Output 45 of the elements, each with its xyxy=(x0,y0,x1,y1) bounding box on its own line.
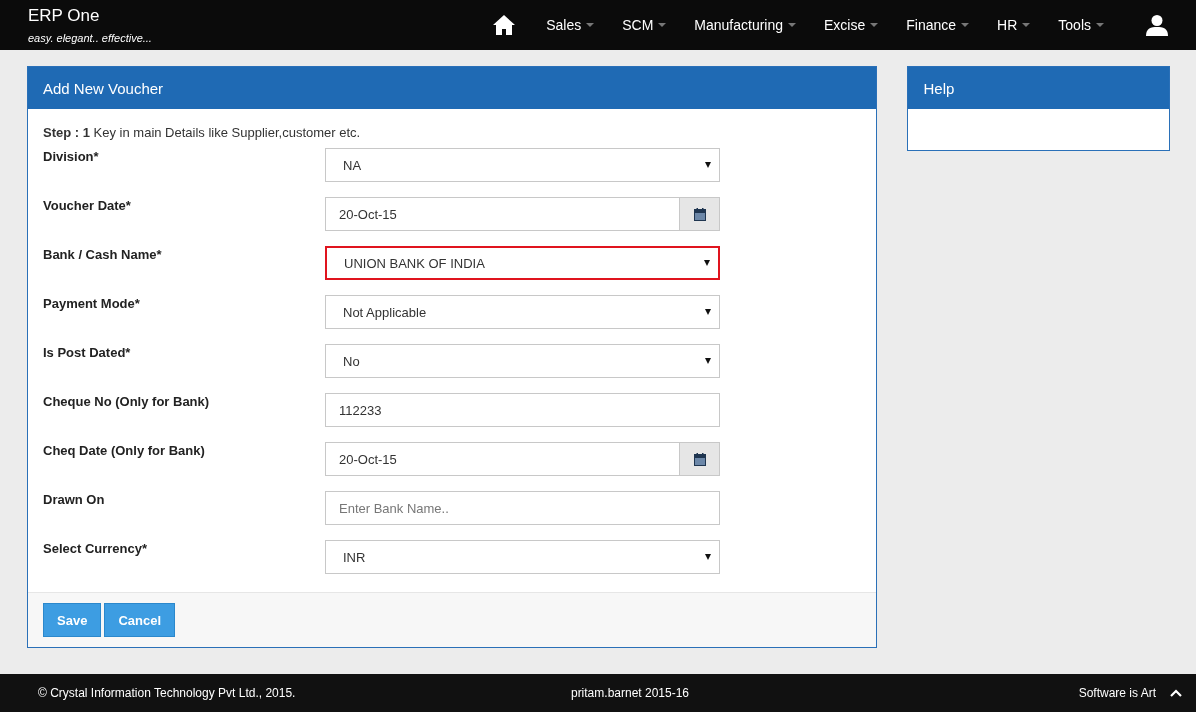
panel-title: Add New Voucher xyxy=(43,79,164,97)
field-label: Select Currency* xyxy=(43,540,149,556)
nav-menu-item[interactable]: HR xyxy=(983,17,1045,33)
text-field[interactable]: 112233 xyxy=(325,393,720,427)
copyright-text: © Crystal Information Technology Pvt Ltd., 2015. xyxy=(38,686,297,700)
tagline: easy. elegant.. effective... xyxy=(28,32,152,44)
field-label: Cheq Date (Only for Bank) xyxy=(43,442,206,458)
app-name[interactable]: ERP One xyxy=(28,6,152,26)
nav-menu-item[interactable]: Excise xyxy=(810,17,893,33)
nav-menu-item[interactable]: Sales xyxy=(532,17,609,33)
field-label: Division* xyxy=(43,148,100,164)
calendar-icon xyxy=(693,207,706,221)
date-field[interactable]: 20-Oct-15 xyxy=(325,197,680,231)
dropdown-arrow-icon xyxy=(705,554,711,560)
text-field[interactable]: Enter Bank Name.. xyxy=(325,491,720,525)
calendar-button[interactable] xyxy=(680,442,720,476)
dropdown-field[interactable]: Not Applicable xyxy=(325,295,720,329)
chevron-up-icon[interactable] xyxy=(1170,689,1182,697)
user-icon[interactable] xyxy=(1146,14,1168,36)
dropdown-field[interactable]: INR xyxy=(325,540,720,574)
dropdown-field[interactable]: NA xyxy=(325,148,720,182)
calendar-icon xyxy=(693,452,706,466)
date-field[interactable]: 20-Oct-15 xyxy=(325,442,680,476)
field-label: Voucher Date* xyxy=(43,197,132,213)
dropdown-field[interactable]: No xyxy=(325,344,720,378)
step-instruction: Step : 1 Key in main Details like Supplier,customer etc. xyxy=(43,125,362,140)
user-session-text: pritam.barnet 2015-16 xyxy=(570,686,690,700)
slogan-text: Software is Art xyxy=(1078,686,1156,700)
field-label: Is Post Dated* xyxy=(43,344,132,360)
nav-menu-item[interactable]: Finance xyxy=(892,17,984,33)
calendar-button[interactable] xyxy=(680,197,720,231)
dropdown-arrow-icon xyxy=(705,309,711,315)
nav-menu-item[interactable]: Tools xyxy=(1044,17,1118,33)
field-label: Payment Mode* xyxy=(43,295,141,311)
field-label: Bank / Cash Name* xyxy=(43,246,163,262)
dropdown-arrow-icon xyxy=(705,162,711,168)
dropdown-field[interactable]: UNION BANK OF INDIA xyxy=(325,246,720,280)
nav-menu-item[interactable]: Manufacturing xyxy=(680,17,811,33)
field-label: Drawn On xyxy=(43,491,106,507)
home-icon[interactable] xyxy=(492,14,517,36)
field-label: Cheque No (Only for Bank) xyxy=(43,393,211,409)
nav-menu-item[interactable]: SCM xyxy=(608,17,681,33)
dropdown-arrow-icon xyxy=(704,260,710,266)
dropdown-arrow-icon xyxy=(705,358,711,364)
panel-title: Help xyxy=(923,79,955,97)
